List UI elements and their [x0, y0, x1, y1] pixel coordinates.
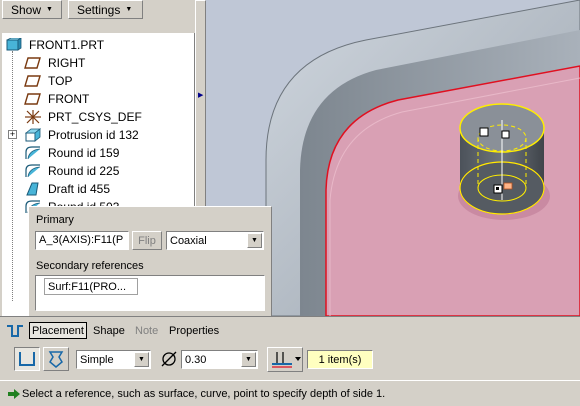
settings-menu-button[interactable]: Settings ▼: [68, 0, 143, 19]
chevron-right-icon: ▶: [198, 92, 204, 99]
tree-item[interactable]: Draft id 455: [24, 180, 110, 198]
arrow-right-icon: [8, 389, 20, 399]
status-bar: Select a reference, such as surface, cur…: [0, 380, 580, 406]
round-icon: [24, 146, 42, 160]
tree-menubar: Show ▼ Settings ▼: [0, 0, 200, 20]
primary-reference-field[interactable]: A_3(AXIS):F11(P: [35, 231, 129, 250]
chevron-down-icon[interactable]: ▼: [247, 233, 262, 248]
placement-type-select[interactable]: Coaxial ▼: [166, 231, 264, 250]
tree-item[interactable]: Round id 225: [24, 162, 119, 180]
round-icon: [24, 164, 42, 178]
chevron-down-icon[interactable]: ▼: [241, 352, 256, 367]
placement-type-value: Coaxial: [170, 234, 207, 247]
placement-panel: Primary A_3(AXIS):F11(P Flip Coaxial ▼ S…: [28, 206, 272, 316]
tree-item[interactable]: PRT_CSYS_DEF: [24, 108, 142, 126]
tree-item[interactable]: TOP: [24, 72, 72, 90]
tree-expand-icon[interactable]: +: [8, 130, 17, 139]
datum-plane-icon: [24, 74, 42, 88]
chevron-down-icon[interactable]: ▼: [134, 352, 149, 367]
chevron-down-icon: ▼: [46, 6, 53, 13]
sketched-hole-button[interactable]: [43, 347, 69, 371]
secondary-references-list[interactable]: Surf:F11(PRO...: [35, 275, 265, 311]
sketched-hole-icon: [48, 351, 64, 368]
tree-item[interactable]: FRONT: [24, 90, 89, 108]
secondary-reference-item[interactable]: Surf:F11(PRO...: [44, 278, 138, 295]
tab-placement[interactable]: Placement: [29, 322, 87, 339]
csys-icon: [24, 110, 42, 124]
datum-plane-icon: [24, 56, 42, 70]
chevron-down-icon: ▼: [125, 6, 133, 13]
tab-properties[interactable]: Properties: [167, 322, 221, 339]
tab-shape[interactable]: Shape: [91, 322, 127, 339]
flip-button[interactable]: Flip: [132, 231, 162, 250]
depth-reference-collector[interactable]: 1 item(s): [307, 350, 373, 369]
primary-label: Primary: [36, 214, 74, 226]
diameter-icon: [161, 351, 177, 367]
part-icon: [6, 38, 22, 51]
tree-root-label: FRONT1.PRT: [29, 38, 105, 52]
tree-item[interactable]: RIGHT: [24, 54, 85, 72]
status-message: Select a reference, such as surface, cur…: [22, 388, 386, 400]
datum-plane-icon: [24, 92, 42, 106]
tree-item-label: Round id 225: [48, 164, 120, 178]
straight-hole-icon: [19, 352, 35, 366]
settings-menu-label: Settings: [77, 2, 121, 17]
tree-item-label: PRT_CSYS_DEF: [48, 110, 142, 124]
show-menu-button[interactable]: Show ▼: [2, 0, 62, 19]
draft-icon: [24, 182, 42, 196]
hole-dashboard: Simple ▼ 0.30 ▼ 1 item(s): [0, 342, 580, 374]
depth-to-reference-icon: [272, 352, 301, 368]
tree-item-label: Draft id 455: [48, 182, 111, 196]
tab-note[interactable]: Note: [133, 322, 160, 339]
hole-type-select[interactable]: Simple ▼: [76, 350, 151, 369]
protrusion-icon: [24, 128, 42, 142]
diameter-value: 0.30: [185, 353, 207, 366]
tree-item[interactable]: Round id 159: [24, 144, 119, 162]
tree-item-label: TOP: [48, 74, 73, 88]
diameter-input[interactable]: 0.30 ▼: [181, 350, 258, 369]
tree-item-label: Round id 159: [48, 146, 120, 160]
hole-tool-icon: [7, 325, 23, 337]
tree-item-label: RIGHT: [48, 56, 86, 70]
tree-root[interactable]: FRONT1.PRT: [5, 36, 104, 54]
tree-item-label: FRONT: [48, 92, 90, 106]
tree-item-label: Protrusion id 132: [48, 128, 139, 142]
secondary-references-label: Secondary references: [36, 260, 144, 272]
tree-item[interactable]: Protrusion id 132: [24, 126, 139, 144]
show-menu-label: Show: [11, 2, 42, 17]
depth-option-button[interactable]: [267, 347, 303, 372]
straight-hole-button[interactable]: [14, 347, 40, 371]
dashboard-tabs: Placement Shape Note Properties: [0, 316, 580, 342]
hole-type-value: Simple: [80, 353, 114, 366]
